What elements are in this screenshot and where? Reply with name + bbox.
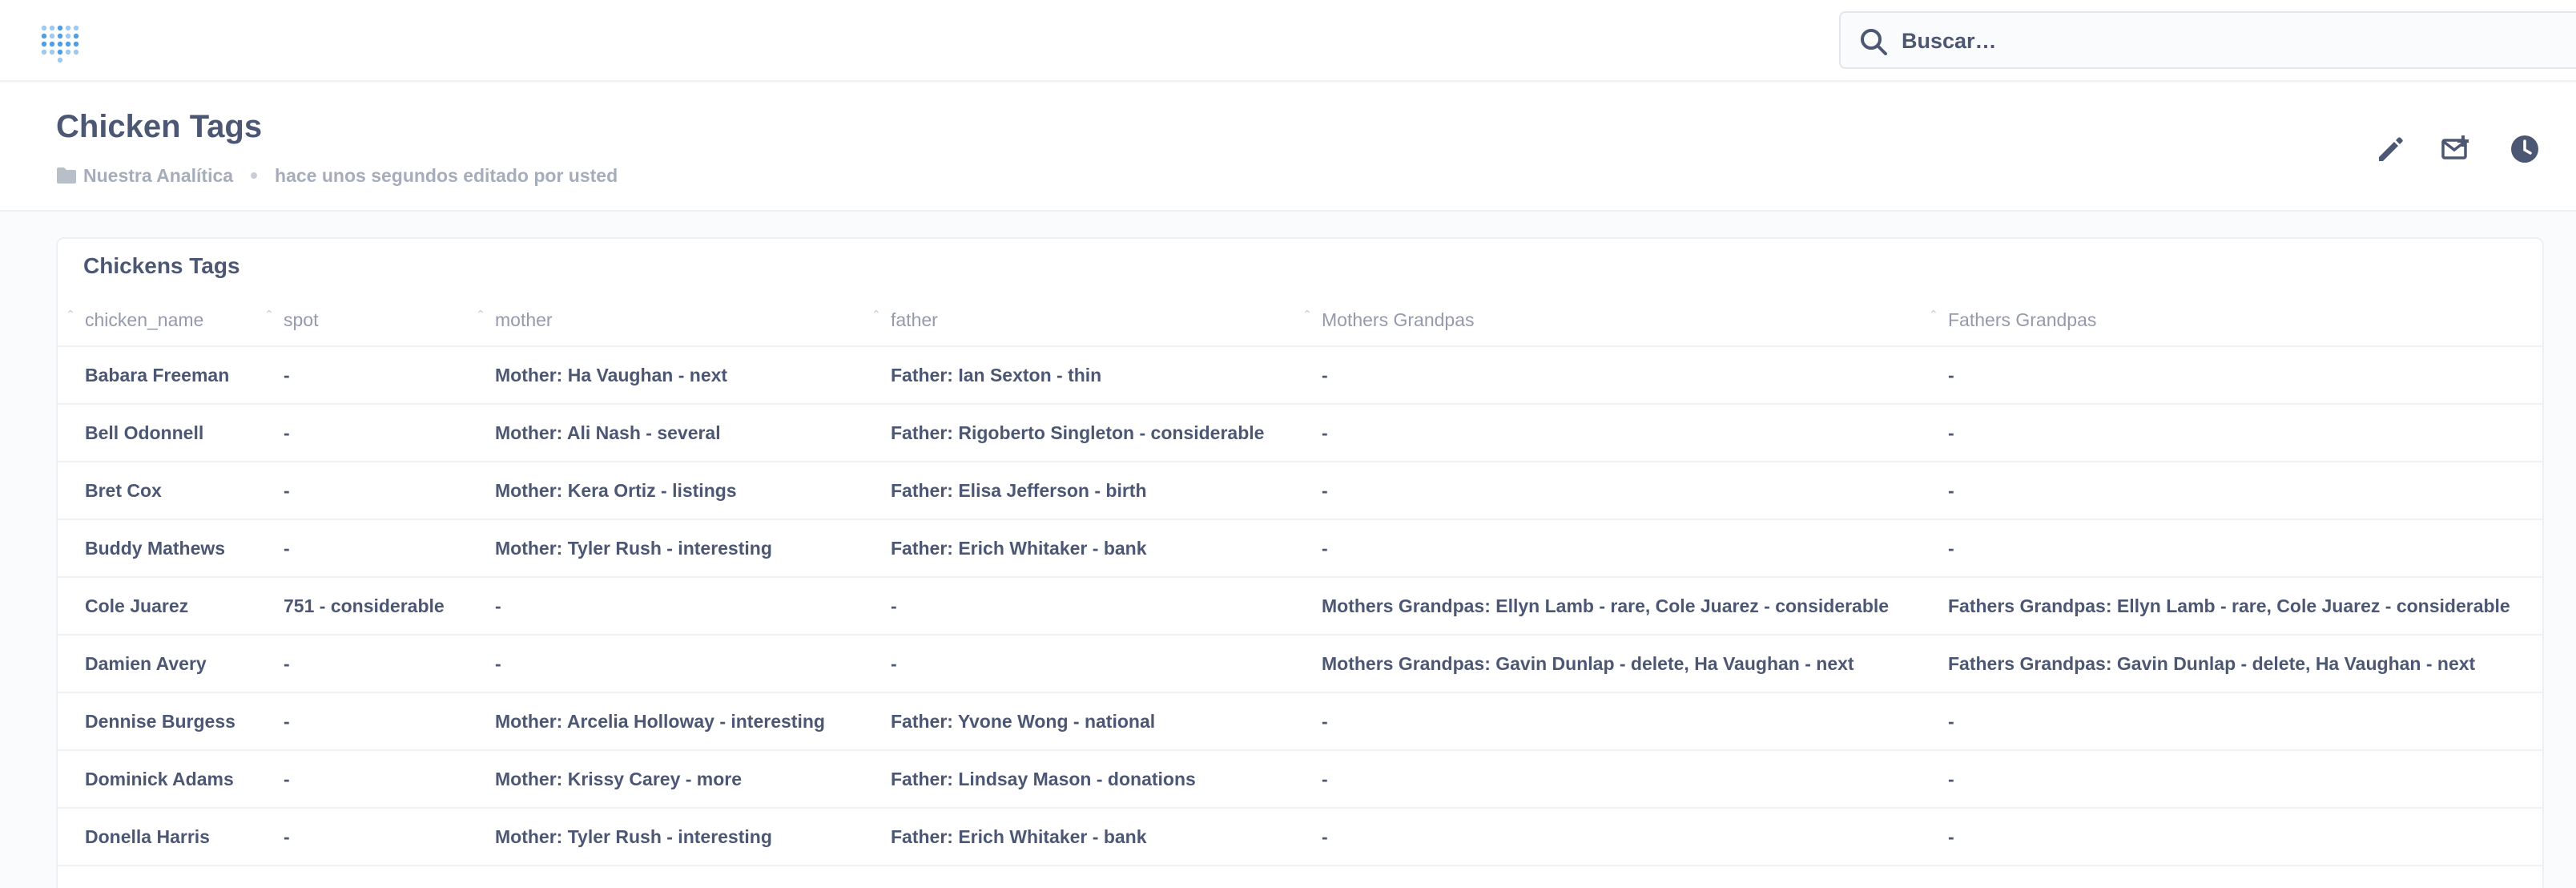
table-cell[interactable]: - [256,462,468,520]
table-cell[interactable]: - [1294,519,1921,578]
header-actions [2371,130,2544,168]
table-cell[interactable]: - [1921,808,2542,866]
table-cell[interactable]: Mother: Krissy Carey - more [468,750,863,809]
folder-icon [57,168,76,184]
collection-link[interactable]: Nuestra Analítica [83,165,233,187]
table-cell[interactable]: - [1921,519,2542,578]
metabase-logo-icon[interactable] [37,18,83,64]
table-cell[interactable]: Mother: Kera Ortiz - listings [468,462,863,520]
table-cell[interactable]: Bell Odonnell [58,404,256,462]
sort-icon: ⌃ [1929,308,1938,321]
column-header[interactable]: ⌃ mother [468,295,863,347]
table-cell[interactable]: Damien Avery [58,635,256,693]
question-meta: Nuestra Analítica hace unos segundos edi… [56,162,618,189]
table-row: Dominick Adams - Mother: Krissy Carey - mo… [58,750,2542,809]
table-row: Babara Freeman - Mother: Ha Vaughan - next… [58,346,2542,405]
top-navbar [0,0,2576,82]
sort-icon: ⌃ [66,308,75,321]
column-header[interactable]: ⌃ chicken_name [58,295,256,347]
card-title[interactable]: Chickens Tags [83,253,240,279]
column-header[interactable]: ⌃ Fathers Grandpas [1921,295,2542,347]
table-cell[interactable]: Father: Lindsay Mason - donations [863,750,1294,809]
table-cell[interactable]: - [256,404,468,462]
subscribe-button[interactable] [2438,130,2477,168]
table-cell[interactable]: - [1294,750,1921,809]
table-cell[interactable]: - [256,346,468,405]
sort-icon: ⌃ [264,308,274,321]
table-row: Buddy Mathews - Mother: Tyler Rush - inter… [58,519,2542,578]
table-row: Damien Avery - - - Mothers Grandpas: Gavin D… [58,635,2542,693]
search-input[interactable] [1902,21,2558,61]
table-cell[interactable]: Mothers Grandpas: Ellyn Lamb - rare, Col… [1294,577,1921,636]
pencil-icon [2379,137,2403,161]
page-title[interactable]: Chicken Tags [56,109,262,145]
table-cell[interactable]: Mother: Tyler Rush - interesting [468,519,863,578]
table-cell[interactable]: 751 - considerable [256,577,468,636]
page-header: Chicken Tags Nuestra Analítica hace unos… [0,83,2576,212]
table-row: Donella Harris - Mother: Tyler Rush - inte… [58,808,2542,866]
table-cell[interactable]: Fathers Grandpas: Ellyn Lamb - rare, Col… [1921,577,2542,636]
table-cell[interactable]: - [1294,692,1921,751]
table-card: Chickens Tags ⌃ chicken_name ⌃ spot ⌃ mothe… [56,237,2544,888]
table-cell[interactable]: Dennise Burgess [58,692,256,751]
table-cell[interactable]: Father: Yvone Wong - national [863,692,1294,751]
table-cell[interactable]: - [1294,404,1921,462]
table-cell[interactable]: - [1921,346,2542,405]
table-cell[interactable]: - [256,692,468,751]
table-cell[interactable]: Mother: Ha Vaughan - next [468,346,863,405]
table-cell[interactable]: Mother: Ali Nash - several [468,404,863,462]
column-header[interactable]: ⌃ Mothers Grandpas [1294,295,1921,347]
table-cell[interactable]: - [1294,346,1921,405]
table-cell[interactable]: - [468,577,863,636]
table-cell[interactable]: - [863,577,1294,636]
separator-dot [251,172,258,179]
table-cell[interactable]: Mother: Tyler Rush - interesting [468,808,863,866]
table-cell[interactable]: - [1294,462,1921,520]
table-cell[interactable]: - [256,635,468,693]
search-icon [1861,29,1887,55]
table-row: Cole Juarez 751 - considerable - - Mothers G… [58,577,2542,636]
table-cell[interactable]: - [1921,462,2542,520]
edit-button[interactable] [2371,130,2409,168]
table-cell[interactable]: Buddy Mathews [58,519,256,578]
table-cell[interactable]: Father: Ian Sexton - thin [863,346,1294,405]
search-bar[interactable] [1839,11,2576,69]
table-cell[interactable]: - [256,750,468,809]
table-cell[interactable]: Father: Erich Whitaker - bank [863,808,1294,866]
mail-plus-icon [2441,135,2469,159]
table-cell[interactable]: Donella Harris [58,808,256,866]
table-cell[interactable]: Fathers Grandpas: Gavin Dunlap - delete,… [1921,635,2542,693]
table-cell[interactable]: - [256,808,468,866]
table-cell[interactable]: - [1921,404,2542,462]
table-row: Dennise Burgess - Mother: Arcelia Holloway… [58,692,2542,751]
table-row: Bret Cox - Mother: Kera Ortiz - listings Fa… [58,462,2542,520]
column-header[interactable]: ⌃ spot [256,295,468,347]
table-cell[interactable]: - [468,635,863,693]
table-row: Bell Odonnell - Mother: Ali Nash - several… [58,404,2542,462]
table-cell[interactable]: Father: Elisa Jefferson - birth [863,462,1294,520]
table-cell[interactable]: Mother: Arcelia Holloway - interesting [468,692,863,751]
sort-icon: ⌃ [476,308,485,321]
table-cell[interactable]: Babara Freeman [58,346,256,405]
table-cell[interactable]: - [863,635,1294,693]
table-cell[interactable]: Father: Erich Whitaker - bank [863,519,1294,578]
table-cell[interactable]: - [1294,808,1921,866]
table-cell[interactable]: - [1921,750,2542,809]
sort-icon: ⌃ [1302,308,1312,321]
table-cell[interactable]: Dominick Adams [58,750,256,809]
sort-icon: ⌃ [871,308,881,321]
table-cell[interactable]: - [256,519,468,578]
last-edited-info[interactable]: hace unos segundos editado por usted [275,165,618,187]
clock-icon [2511,135,2538,163]
table-cell[interactable]: - [1921,692,2542,751]
table-cell[interactable]: Bret Cox [58,462,256,520]
table-header-row: ⌃ chicken_name ⌃ spot ⌃ mother ⌃ father ⌃ Mot… [58,295,2542,347]
table-cell[interactable]: Father: Rigoberto Singleton - considerab… [863,404,1294,462]
column-header[interactable]: ⌃ father [863,295,1294,347]
history-button[interactable] [2506,130,2544,168]
table-cell[interactable]: Mothers Grandpas: Gavin Dunlap - delete,… [1294,635,1921,693]
table-cell[interactable]: Cole Juarez [58,577,256,636]
data-table: ⌃ chicken_name ⌃ spot ⌃ mother ⌃ father ⌃ Mot… [58,295,2542,866]
